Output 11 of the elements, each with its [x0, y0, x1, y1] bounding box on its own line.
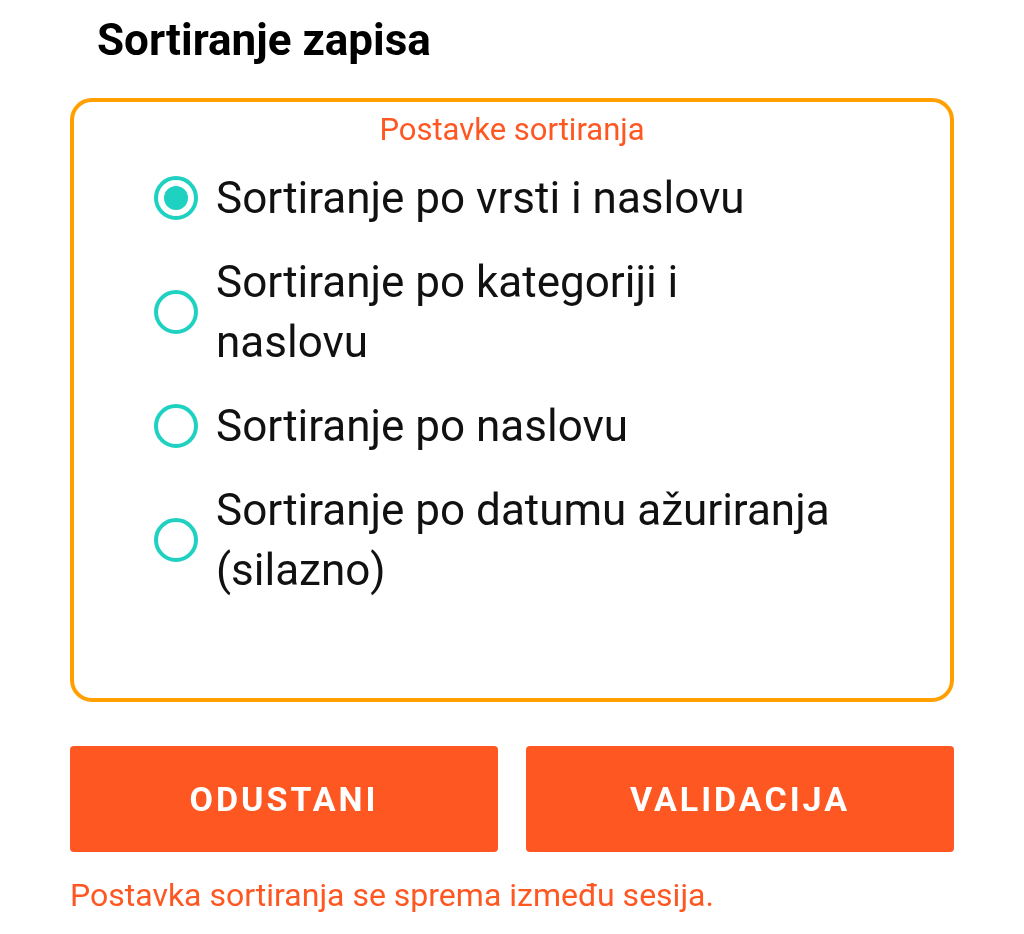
radio-button[interactable]: [154, 404, 198, 448]
radio-button[interactable]: [154, 518, 198, 562]
panel-label: Postavke sortiranja: [378, 110, 646, 150]
radio-button[interactable]: [154, 290, 198, 334]
dialog-title: Sortiranje zapisa: [97, 13, 432, 68]
option-label[interactable]: Sortiranje po kategoriji i naslovu: [216, 252, 836, 372]
info-text: Postavka sortiranja se sprema između sesija.: [70, 876, 715, 914]
option-label[interactable]: Sortiranje po vrsti i naslovu: [216, 168, 836, 228]
radio-button[interactable]: [154, 176, 198, 220]
option-label[interactable]: Sortiranje po naslovu: [216, 396, 836, 456]
option-label[interactable]: Sortiranje po datumu ažuriranja (silazno): [216, 480, 836, 600]
